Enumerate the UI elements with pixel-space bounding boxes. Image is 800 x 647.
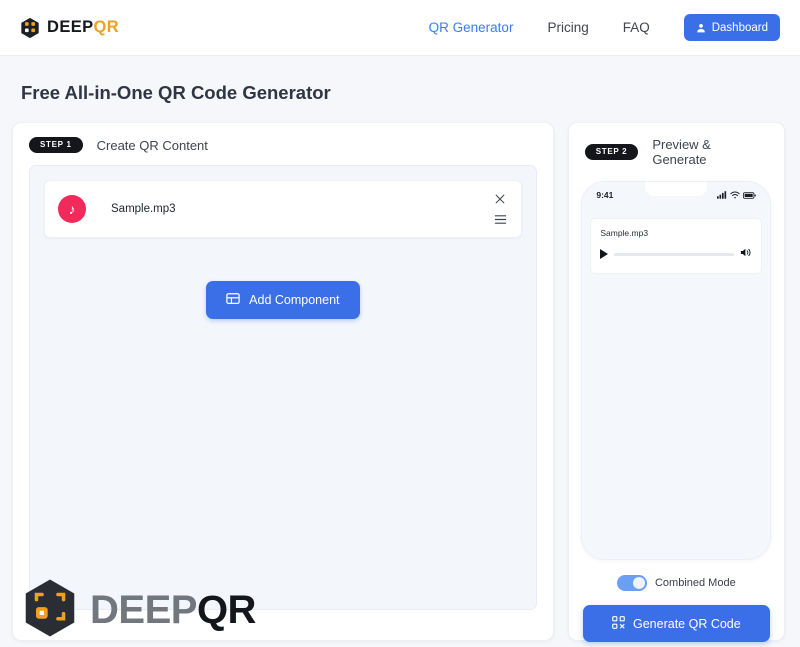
phone-status-bar: 9:41 xyxy=(582,182,771,208)
nav-link-qr-generator[interactable]: QR Generator xyxy=(429,20,514,35)
phone-clock: 9:41 xyxy=(596,190,614,200)
audio-player-card: Sample.mp3 xyxy=(590,218,763,274)
phone-notch xyxy=(645,182,708,196)
wifi-icon xyxy=(730,186,741,204)
drag-handle-icon[interactable] xyxy=(494,214,507,225)
phone-mockup: 9:41 Sample.mp3 xyxy=(581,181,772,560)
top-navbar: DEEPQR QR Generator Pricing FAQ Dashboar… xyxy=(0,0,800,56)
step1-header: STEP 1 Create QR Content xyxy=(13,123,553,165)
step1-title: Create QR Content xyxy=(96,137,208,153)
component-item-label: Sample.mp3 xyxy=(111,203,176,215)
main-content: STEP 1 Create QR Content ♪ Sample.mp3 Ad… xyxy=(0,104,800,642)
components-drop-area[interactable]: ♪ Sample.mp3 Add Component xyxy=(29,165,537,610)
add-component-button[interactable]: Add Component xyxy=(206,281,360,319)
audio-player-controls xyxy=(600,245,752,263)
generate-button-wrapper: Generate QR Code xyxy=(569,591,784,642)
user-icon xyxy=(696,23,706,33)
page-title: Free All-in-One QR Code Generator xyxy=(21,82,331,103)
add-component-row: Add Component xyxy=(44,281,522,319)
volume-icon[interactable] xyxy=(740,245,752,263)
create-qr-content-panel: STEP 1 Create QR Content ♪ Sample.mp3 Ad… xyxy=(12,122,554,641)
audio-progress-bar[interactable] xyxy=(614,252,735,256)
hexagon-qr-logo-icon xyxy=(20,17,40,39)
combined-mode-row: Combined Mode xyxy=(569,575,784,591)
play-icon[interactable] xyxy=(600,249,609,259)
combined-mode-toggle[interactable] xyxy=(616,575,647,591)
close-icon[interactable] xyxy=(494,193,506,205)
phone-status-icons xyxy=(717,186,757,204)
component-item-audio[interactable]: ♪ Sample.mp3 xyxy=(44,180,522,238)
brand-deep-text: DEEP xyxy=(47,18,94,36)
brand-logo[interactable]: DEEPQR xyxy=(20,17,119,39)
nav-links: QR Generator Pricing FAQ Dashboard xyxy=(429,14,780,41)
combined-mode-label: Combined Mode xyxy=(654,577,736,589)
phone-screen-body: Sample.mp3 xyxy=(582,208,771,559)
component-item-actions xyxy=(494,193,507,225)
preview-generate-panel: STEP 2 Preview & Generate 9:41 Sample.mp… xyxy=(567,122,785,642)
generate-qr-code-button[interactable]: Generate QR Code xyxy=(582,605,770,642)
brand-wordmark: DEEPQR xyxy=(47,18,119,37)
step2-badge: STEP 2 xyxy=(584,144,639,160)
signal-icon xyxy=(717,186,727,204)
qr-code-icon xyxy=(612,615,625,632)
dashboard-button[interactable]: Dashboard xyxy=(683,14,780,41)
add-component-icon xyxy=(226,292,240,308)
music-note-icon: ♪ xyxy=(58,195,86,223)
add-component-label: Add Component xyxy=(249,293,340,307)
step1-badge: STEP 1 xyxy=(29,137,83,153)
toggle-knob xyxy=(632,577,645,589)
step2-header: STEP 2 Preview & Generate xyxy=(569,123,784,179)
dashboard-button-label: Dashboard xyxy=(711,21,768,34)
nav-link-faq[interactable]: FAQ xyxy=(623,20,650,35)
step2-title: Preview & Generate xyxy=(652,137,711,167)
audio-player-title: Sample.mp3 xyxy=(600,228,649,238)
phone-preview-wrapper: 9:41 Sample.mp3 xyxy=(569,181,784,560)
nav-link-pricing[interactable]: Pricing xyxy=(547,20,588,35)
brand-qr-text: QR xyxy=(93,18,120,36)
generate-qr-code-label: Generate QR Code xyxy=(633,616,741,631)
battery-icon xyxy=(743,186,757,204)
